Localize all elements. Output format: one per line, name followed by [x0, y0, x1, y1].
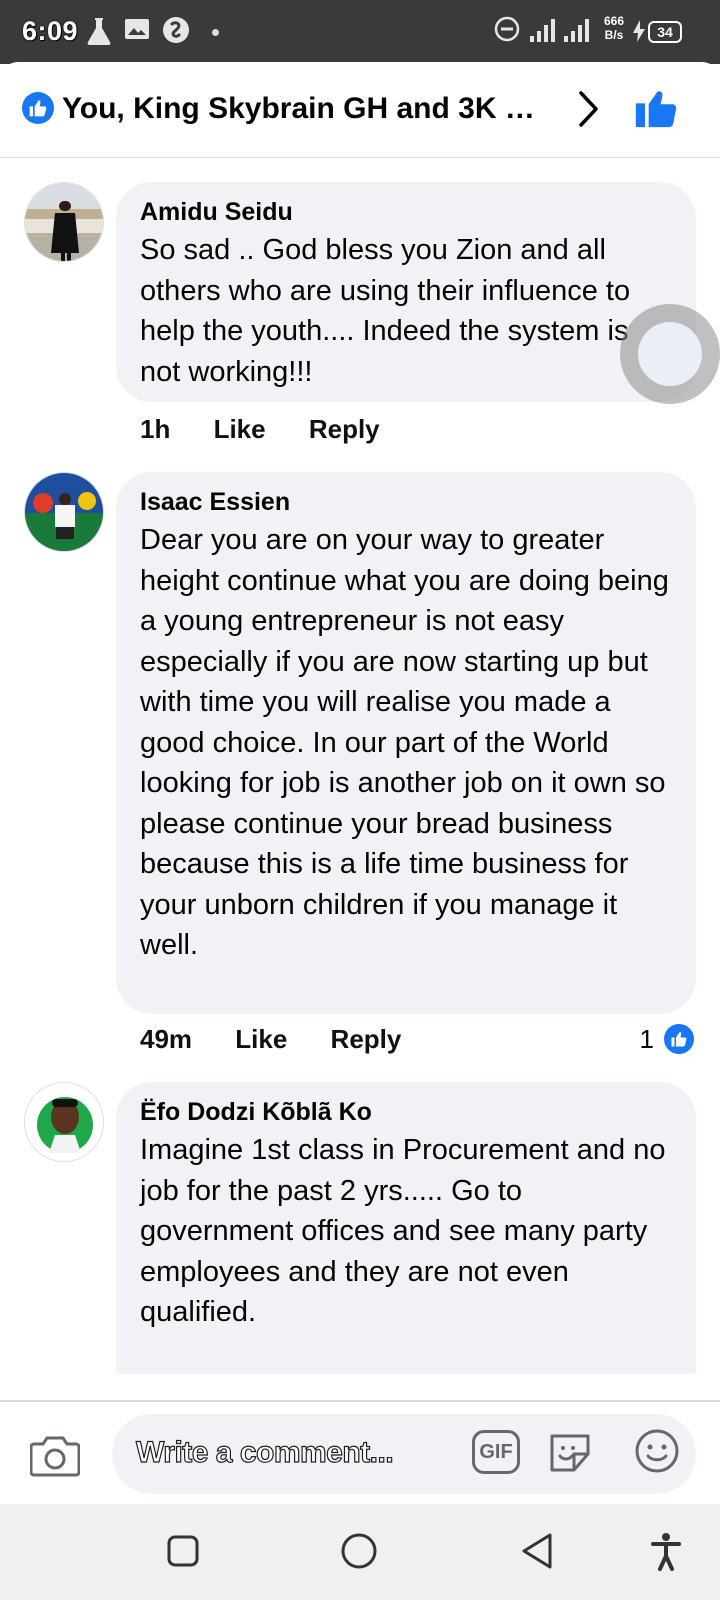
recents-square-icon[interactable]: [166, 1534, 200, 1568]
accessibility-icon[interactable]: [650, 1532, 682, 1572]
avatar[interactable]: [24, 182, 104, 262]
comment-bubble[interactable]: Isaac Essien Dear you are on your way to…: [116, 472, 696, 1014]
dot-icon: [212, 29, 219, 36]
system-nav-bar: [0, 1504, 720, 1600]
comments-list: Amidu Seidu So sad .. God bless you Zion…: [0, 158, 720, 1374]
network-speed-value: 666: [604, 14, 625, 28]
status-bar: 6:09 666 B/s 34: [0, 0, 720, 64]
avatar[interactable]: [24, 472, 104, 552]
reaction-count[interactable]: 1: [640, 1022, 696, 1056]
comments-sheet: You, King Skybrain GH and 3K ot... Amidu…: [0, 62, 720, 1474]
comment-time: 1h: [140, 414, 171, 444]
flask-icon: [87, 18, 111, 45]
comment-bubble[interactable]: Ëfo Dodzi Kõblã Ko Imagine 1st class in …: [116, 1082, 696, 1374]
status-time: 6:09: [22, 16, 79, 46]
home-circle-icon[interactable]: [340, 1532, 378, 1570]
reactions-header[interactable]: You, King Skybrain GH and 3K ot...: [0, 62, 720, 158]
chevron-right-icon[interactable]: [578, 90, 600, 128]
reactions-summary[interactable]: You, King Skybrain GH and 3K ot...: [62, 92, 552, 126]
comment-bubble[interactable]: Amidu Seidu So sad .. God bless you Zion…: [116, 182, 696, 402]
emoji-icon[interactable]: [634, 1428, 680, 1474]
touch-indicator: [620, 304, 720, 404]
like-thumb-icon[interactable]: [634, 84, 678, 130]
reply-button[interactable]: Reply: [309, 414, 380, 445]
signal-icon: [564, 19, 589, 42]
battery-icon: 34: [648, 21, 682, 43]
gif-icon[interactable]: GIF: [472, 1430, 520, 1474]
network-speed-unit: B/s: [604, 28, 624, 42]
do-not-disturb-icon: [494, 16, 520, 42]
comment-text: So sad .. God bless you Zion and all oth…: [140, 234, 631, 388]
comment-actions: 49m Like Reply: [140, 1024, 437, 1055]
comment-text: Dear you are on your way to greater heig…: [140, 524, 669, 961]
sticker-icon[interactable]: [546, 1428, 594, 1476]
like-button[interactable]: Like: [235, 1024, 287, 1055]
comment-text: Imagine 1st class in Procurement and no …: [140, 1134, 666, 1328]
comment-time: 49m: [140, 1024, 193, 1054]
comment-actions: 1h Like Reply: [140, 414, 416, 445]
like-badge-icon: [22, 92, 54, 124]
back-triangle-icon[interactable]: [520, 1532, 554, 1570]
image-icon: [125, 19, 149, 39]
comment-author[interactable]: Ëfo Dodzi Kõblã Ko: [140, 1096, 674, 1128]
network-speed: 666 B/s: [604, 14, 624, 42]
comment-author[interactable]: Isaac Essien: [140, 486, 674, 518]
reaction-count-value: 1: [639, 1023, 654, 1054]
comment-input[interactable]: Write a comment... GIF: [112, 1414, 696, 1494]
charging-icon: [633, 20, 645, 42]
like-reaction-icon: [662, 1022, 696, 1056]
shazam-icon: [163, 17, 189, 43]
camera-icon[interactable]: [30, 1434, 80, 1478]
like-button[interactable]: Like: [214, 414, 266, 445]
avatar[interactable]: [24, 1082, 104, 1162]
reply-button[interactable]: Reply: [331, 1024, 402, 1055]
comment-placeholder: Write a comment...: [135, 1435, 394, 1469]
comment-composer: Write a comment... GIF: [0, 1400, 720, 1504]
comment-author[interactable]: Amidu Seidu: [140, 196, 674, 228]
signal-icon: [530, 19, 555, 42]
